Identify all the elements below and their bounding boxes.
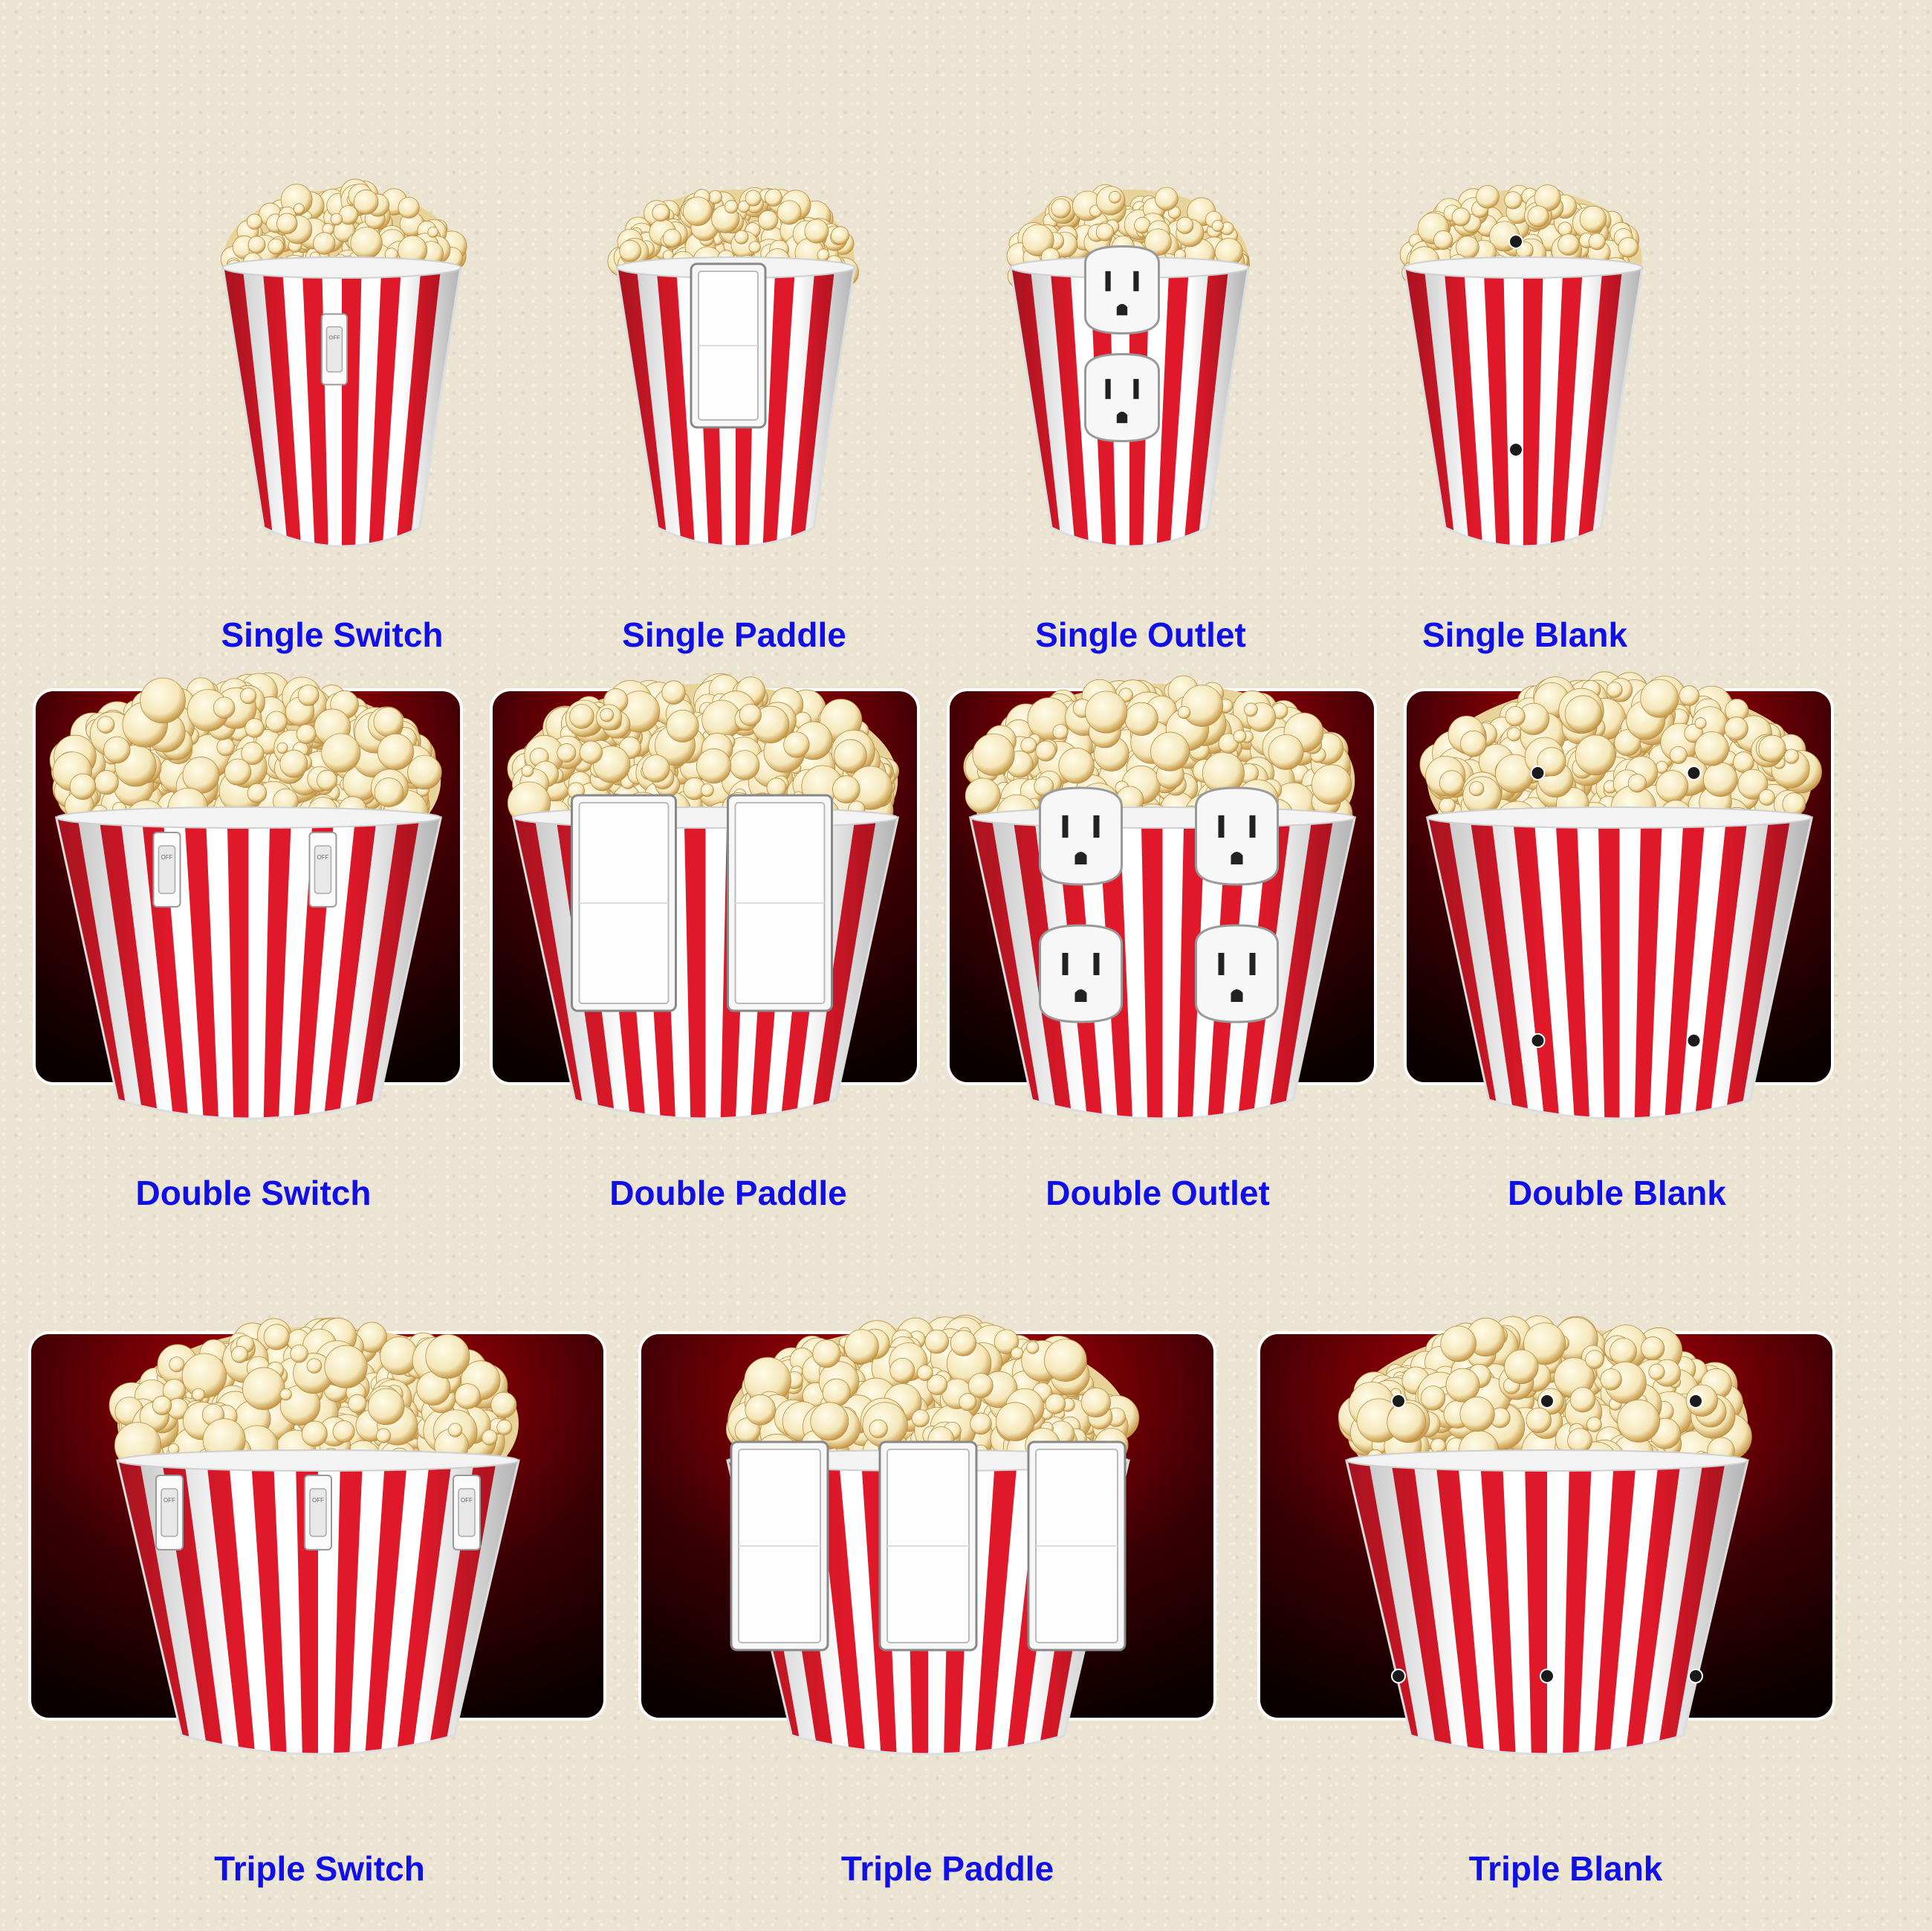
popcorn-bucket: [1403, 256, 1644, 548]
label-single-switch: Single Switch: [221, 615, 444, 654]
paddle-switch: [1027, 1440, 1127, 1652]
switch-off-text: OFF: [163, 1497, 175, 1504]
single-outlet-cover[interactable]: [1003, 171, 1256, 572]
single-paddle-cover[interactable]: [607, 171, 862, 572]
paddle-switch: [571, 794, 677, 1012]
popcorn-bucket: [1425, 806, 1814, 1120]
outlet-receptacle: [1195, 924, 1279, 1023]
toggle-switch: OFF: [152, 832, 181, 908]
switch-off-text: OFF: [461, 1497, 473, 1504]
triple-paddle-cover[interactable]: [637, 1315, 1219, 1773]
toggle-switch: OFF: [453, 1475, 481, 1550]
outlet-receptacle: [1084, 352, 1160, 443]
screw-hole: [1391, 1669, 1406, 1683]
toggle-switch: OFF: [308, 832, 337, 908]
screw-hole: [1540, 1669, 1555, 1683]
outlet-receptacle: [1084, 245, 1160, 335]
label-triple-blank: Triple Blank: [1468, 1849, 1663, 1888]
screw-hole: [1686, 766, 1702, 780]
label-triple-switch: Triple Switch: [214, 1849, 425, 1888]
toggle-switch: OFF: [155, 1475, 184, 1550]
label-single-paddle: Single Paddle: [622, 615, 846, 654]
popcorn-bucket: [968, 806, 1357, 1120]
label-single-blank: Single Blank: [1422, 615, 1628, 654]
screw-hole: [1508, 234, 1523, 249]
outlet-receptacle: [1195, 786, 1279, 886]
screw-hole: [1686, 1033, 1702, 1048]
switch-off-text: OFF: [161, 854, 173, 861]
label-double-blank: Double Blank: [1508, 1174, 1726, 1212]
double-blank-cover[interactable]: [1402, 671, 1837, 1137]
popcorn-bucket: [221, 256, 462, 548]
screw-hole: [1540, 1394, 1555, 1408]
screw-hole: [1530, 766, 1546, 780]
toggle-switch: OFF: [320, 313, 349, 386]
label-double-paddle: Double Paddle: [609, 1174, 847, 1212]
screw-hole: [1391, 1394, 1406, 1408]
toggle-switch: OFF: [304, 1475, 332, 1550]
screw-hole: [1688, 1394, 1703, 1408]
paddle-switch: [730, 1440, 829, 1652]
screw-hole: [1688, 1669, 1703, 1683]
label-single-outlet: Single Outlet: [1035, 615, 1246, 654]
popcorn-bucket: [54, 806, 443, 1120]
triple-switch-cover[interactable]: OFF OFF OFF: [27, 1317, 609, 1773]
outlet-receptacle: [1039, 786, 1123, 886]
label-double-outlet: Double Outlet: [1046, 1174, 1270, 1212]
screw-hole: [1530, 1033, 1546, 1048]
label-double-switch: Double Switch: [135, 1174, 372, 1212]
label-triple-paddle: Triple Paddle: [840, 1849, 1054, 1888]
double-switch-cover[interactable]: OFF OFF: [31, 672, 466, 1137]
outlet-receptacle: [1039, 924, 1123, 1023]
switch-off-text: OFF: [328, 334, 340, 341]
double-paddle-cover[interactable]: [488, 673, 923, 1137]
paddle-switch: [878, 1440, 978, 1652]
triple-blank-cover[interactable]: [1256, 1315, 1838, 1773]
switch-off-text: OFF: [312, 1497, 324, 1504]
screw-hole: [1508, 442, 1523, 457]
single-switch-cover[interactable]: OFF: [215, 171, 468, 572]
paddle-switch: [690, 262, 767, 429]
popcorn-bucket: [1345, 1449, 1749, 1756]
paddle-switch: [727, 794, 833, 1012]
single-blank-cover[interactable]: [1397, 171, 1650, 572]
double-outlet-cover[interactable]: [945, 675, 1380, 1137]
switch-off-text: OFF: [317, 854, 329, 861]
